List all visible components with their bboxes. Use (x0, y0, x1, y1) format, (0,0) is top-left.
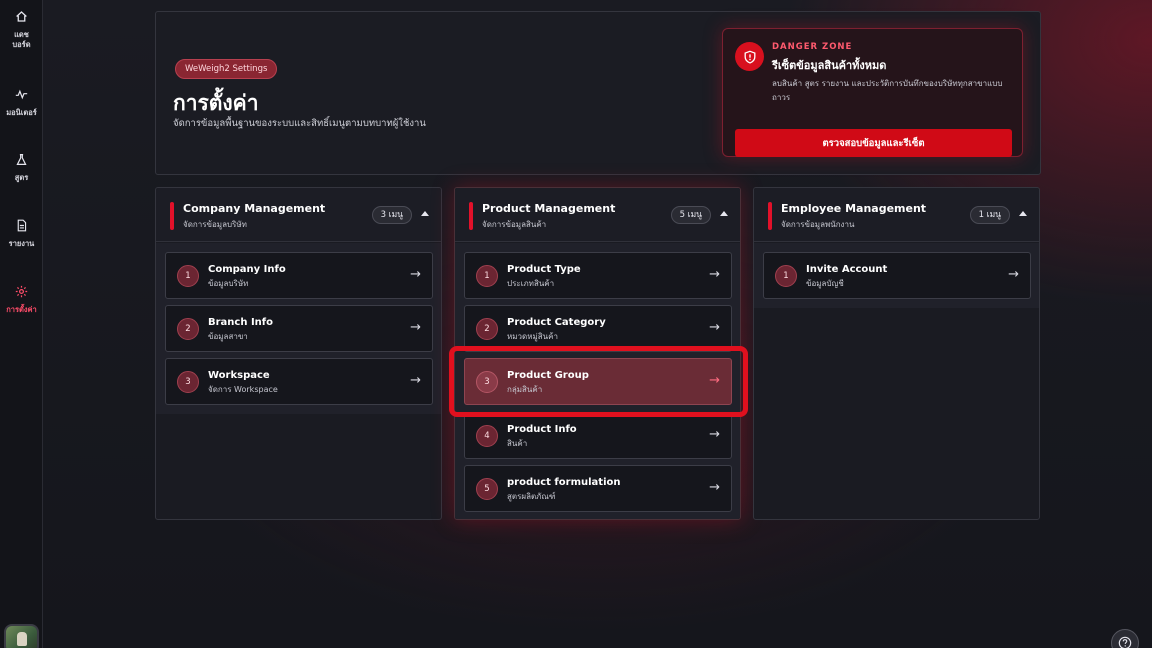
company-management-panel: Company Management จัดการข้อมูลบริษัท 3 … (155, 187, 442, 520)
item-subtitle: จัดการ Workspace (208, 385, 278, 394)
panel-body: 1 Invite Account ข้อมูลบัญชี → (754, 243, 1039, 308)
panel-title: Company Management (183, 202, 326, 215)
item-title: Invite Account (806, 264, 888, 275)
sidebar-item-formula[interactable]: สูตร (0, 153, 43, 183)
danger-zone-title: รีเซ็ตข้อมูลสินค้าทั้งหมด (772, 59, 887, 72)
panel-title: Employee Management (781, 202, 927, 215)
item-subtitle: ข้อมูลบริษัท (208, 279, 249, 288)
item-title: Company Info (208, 264, 286, 275)
item-subtitle: ข้อมูลบัญชี (806, 279, 844, 288)
menu-count-badge: 3 เมนู (371, 206, 412, 224)
accent-bar (768, 202, 772, 230)
sidebar-item-label: การตั้งค่า (6, 305, 37, 314)
item-number: 2 (177, 318, 199, 340)
sidebar-item-label: สูตร (14, 173, 29, 182)
sidebar-item-label: มอนิเตอร์ (6, 108, 37, 117)
item-number: 1 (476, 265, 498, 287)
item-number: 1 (177, 265, 199, 287)
sidebar-item-dashboard[interactable]: แดช บอร์ด (0, 10, 43, 50)
monitor-icon (15, 89, 28, 100)
question-icon (1118, 636, 1132, 648)
item-title: Workspace (208, 370, 270, 381)
reset-data-button[interactable]: ตรวจสอบข้อมูลและรีเซ็ต (735, 129, 1012, 157)
arrow-right-icon: → (709, 267, 720, 282)
sidebar-item-report[interactable]: รายงาน (0, 219, 43, 249)
user-avatar[interactable] (4, 624, 39, 648)
app-badge: WeWeigh2 Settings (175, 59, 278, 79)
collapse-chevron-up-icon[interactable] (720, 211, 728, 216)
menu-count-badge: 1 เมนู (969, 206, 1010, 224)
accent-bar (170, 202, 174, 230)
menu-item-product-info[interactable]: 4 Product Info สินค้า → (464, 412, 732, 459)
panel-subtitle: จัดการข้อมูลสินค้า (482, 220, 547, 229)
arrow-right-icon: → (709, 320, 720, 335)
item-number: 3 (177, 371, 199, 393)
danger-zone-tag: DANGER ZONE (772, 42, 853, 52)
panel-header[interactable]: Employee Management จัดการข้อมูลพนักงาน … (754, 188, 1039, 242)
item-subtitle: ประเภทสินค้า (507, 279, 555, 288)
sidebar-item-settings[interactable]: การตั้งค่า (0, 285, 43, 315)
item-title: Product Category (507, 317, 606, 328)
item-subtitle: สูตรผลิตภัณฑ์ (507, 492, 556, 501)
danger-zone-card: DANGER ZONE รีเซ็ตข้อมูลสินค้าทั้งหมด ลบ… (722, 28, 1023, 157)
arrow-right-icon: → (1008, 267, 1019, 282)
flask-icon (16, 154, 27, 165)
menu-item-branch-info[interactable]: 2 Branch Info ข้อมูลสาขา → (165, 305, 433, 352)
sidebar-item-label: แดช บอร์ด (12, 30, 31, 49)
panel-header[interactable]: Product Management จัดการข้อมูลสินค้า 5 … (455, 188, 740, 242)
item-title: product formulation (507, 477, 621, 488)
sidebar-item-label: รายงาน (8, 239, 35, 248)
menu-item-product-category[interactable]: 2 Product Category หมวดหมู่สินค้า → (464, 305, 732, 352)
accent-bar (469, 202, 473, 230)
menu-item-product-type[interactable]: 1 Product Type ประเภทสินค้า → (464, 252, 732, 299)
panel-body: 1 Company Info ข้อมูลบริษัท → 2 Branch I… (156, 243, 441, 414)
arrow-right-icon: → (410, 320, 421, 335)
menu-item-company-info[interactable]: 1 Company Info ข้อมูลบริษัท → (165, 252, 433, 299)
arrow-right-icon: → (410, 373, 421, 388)
arrow-right-icon: → (410, 267, 421, 282)
item-title: Product Info (507, 424, 577, 435)
menu-item-workspace[interactable]: 3 Workspace จัดการ Workspace → (165, 358, 433, 405)
help-button[interactable] (1111, 629, 1139, 648)
item-subtitle: ข้อมูลสาขา (208, 332, 248, 341)
sidebar: แดช บอร์ด มอนิเตอร์ สูตร รายงาน การตั้งค… (0, 0, 43, 648)
employee-management-panel: Employee Management จัดการข้อมูลพนักงาน … (753, 187, 1040, 520)
sidebar-item-monitor[interactable]: มอนิเตอร์ (0, 88, 43, 118)
item-number: 1 (775, 265, 797, 287)
danger-zone-description: ลบสินค้า สูตร รายงาน และประวัติการบันทึก… (772, 79, 1003, 102)
highlight-annotation-box (449, 346, 748, 417)
menu-count-badge: 5 เมนู (670, 206, 711, 224)
collapse-chevron-up-icon[interactable] (421, 211, 429, 216)
page-subtitle: จัดการข้อมูลพื้นฐานของระบบและสิทธิ์เมนูต… (173, 118, 426, 129)
collapse-chevron-up-icon[interactable] (1019, 211, 1027, 216)
item-title: Branch Info (208, 317, 274, 328)
item-number: 4 (476, 425, 498, 447)
panel-subtitle: จัดการข้อมูลบริษัท (183, 220, 247, 229)
menu-item-invite-account[interactable]: 1 Invite Account ข้อมูลบัญชี → (763, 252, 1031, 299)
home-icon (16, 11, 27, 22)
item-number: 2 (476, 318, 498, 340)
arrow-right-icon: → (709, 427, 720, 442)
document-icon (17, 219, 27, 232)
arrow-right-icon: → (709, 480, 720, 495)
menu-item-product-formulation[interactable]: 5 product formulation สูตรผลิตภัณฑ์ → (464, 465, 732, 512)
item-subtitle: หมวดหมู่สินค้า (507, 332, 558, 341)
item-subtitle: สินค้า (507, 439, 528, 448)
item-number: 5 (476, 478, 498, 500)
gear-icon (15, 285, 28, 298)
panel-subtitle: จัดการข้อมูลพนักงาน (781, 220, 855, 229)
settings-header-card: WeWeigh2 Settings การตั้งค่า จัดการข้อมู… (155, 11, 1041, 175)
item-title: Product Type (507, 264, 581, 275)
shield-icon (735, 42, 764, 71)
panel-header[interactable]: Company Management จัดการข้อมูลบริษัท 3 … (156, 188, 441, 242)
panel-title: Product Management (482, 202, 616, 215)
